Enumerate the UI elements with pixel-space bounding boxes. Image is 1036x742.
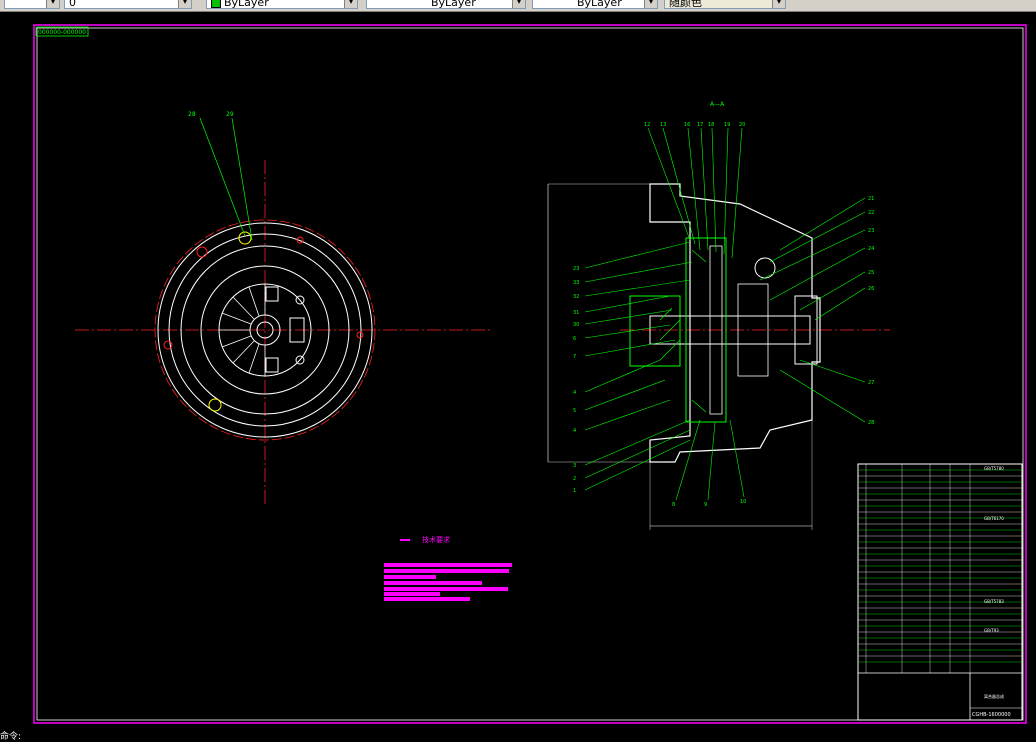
chevron-down-icon: ▾ [344, 0, 357, 8]
tech-req-line-2 [384, 569, 509, 573]
color-value: ByLayer [224, 0, 269, 9]
plotstyle-value: 随颜色 [669, 0, 702, 9]
callout-27: 27 [868, 380, 874, 386]
callout-20: 20 [739, 122, 745, 128]
callout-16: 16 [684, 122, 690, 128]
tech-req-marker [400, 539, 410, 541]
callout-left-7: 7 [573, 354, 576, 360]
std-note-2: GB/T6170 [984, 516, 1004, 521]
linetype-dropdown[interactable]: ByLayer ▾ [366, 0, 526, 9]
callout-13: 13 [660, 122, 666, 128]
title-stamp: 离合器总成 [984, 693, 1004, 699]
layer-value: 0 [69, 0, 76, 9]
frame-tag: 000000-000000 [38, 29, 86, 36]
callout-left-1: 23 [573, 266, 579, 272]
callout-29: 29 [226, 111, 234, 118]
chevron-down-icon: ▾ [178, 0, 191, 8]
callout-left-4: 31 [573, 310, 579, 316]
section-label: A—A [710, 101, 725, 108]
layer-dropdown[interactable]: 0 ▾ [64, 0, 192, 9]
callout-left-10: 4 [573, 428, 576, 434]
callout-25: 25 [868, 270, 874, 276]
callout-22: 22 [868, 210, 874, 216]
color-swatch-icon [211, 0, 221, 8]
std-note-3: GB/T5783 [984, 599, 1004, 604]
callout-left-12: 2 [573, 476, 576, 482]
callout-24: 24 [868, 246, 874, 252]
lineweight-value: ByLayer [577, 0, 622, 9]
chevron-down-icon: ▾ [46, 0, 59, 8]
unknown-dropdown[interactable]: ▾ [4, 0, 60, 9]
properties-toolbar: ▾ 0 ▾ ByLayer ▾ ByLayer ▾ ByLayer ▾ 随颜色 … [0, 0, 1036, 12]
callout-12: 12 [644, 122, 650, 128]
tech-req-line-4 [384, 581, 482, 585]
plotstyle-dropdown[interactable]: 随颜色 ▾ [664, 0, 786, 9]
tech-req-line-1 [384, 563, 512, 567]
tech-req-title: 技术要求 [422, 535, 450, 544]
tech-req-line-6 [384, 592, 440, 596]
chevron-down-icon: ▾ [644, 0, 657, 8]
lineweight-dropdown[interactable]: ByLayer ▾ [532, 0, 658, 9]
std-note-4: GB/T93 [984, 628, 999, 633]
callout-9: 9 [704, 502, 707, 508]
drawing-number: CGHB-1600000 [972, 712, 1011, 718]
callout-21: 21 [868, 196, 874, 202]
callout-23: 23 [868, 228, 874, 234]
tech-req-line-5 [384, 587, 508, 591]
callout-left-3: 32 [573, 294, 579, 300]
callout-17: 17 [697, 122, 703, 128]
callout-10: 10 [740, 499, 746, 505]
chevron-down-icon: ▾ [772, 0, 785, 8]
callout-left-5: 30 [573, 322, 579, 328]
linetype-value: ByLayer [431, 0, 476, 9]
callout-8: 8 [672, 502, 675, 508]
callout-left-13: 1 [573, 488, 576, 494]
callout-left-11: 3 [573, 463, 576, 469]
chevron-down-icon: ▾ [512, 0, 525, 8]
command-line[interactable]: 命令: [0, 733, 21, 742]
std-note-1: GB/T5780 [984, 466, 1004, 471]
callout-18: 18 [708, 122, 714, 128]
tech-req-line-3 [384, 575, 436, 579]
callout-28: 28 [188, 111, 196, 118]
callout-left-2: 33 [573, 280, 579, 286]
callout-left-9: 5 [573, 408, 576, 414]
callout-left-8: 4 [573, 390, 576, 396]
callout-19: 19 [724, 122, 730, 128]
callout-left-6: 6 [573, 336, 576, 342]
drawing-canvas[interactable]: 000000-000000 28 29 A—A 12 13 16 17 18 1… [0, 12, 1036, 736]
model-space [0, 12, 1036, 736]
callout-28-right: 28 [868, 420, 874, 426]
callout-26: 26 [868, 286, 874, 292]
tech-req-line-7 [384, 597, 470, 601]
color-dropdown[interactable]: ByLayer ▾ [206, 0, 358, 9]
